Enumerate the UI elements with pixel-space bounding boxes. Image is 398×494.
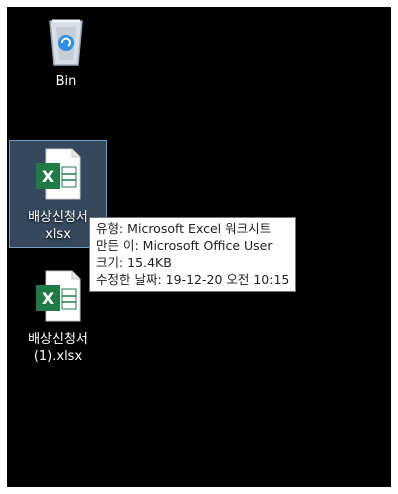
file-info-tooltip: 유형: Microsoft Excel 워크시트 만든 이: Microsoft… xyxy=(89,217,297,292)
excel-file-label-line2: xlsx xyxy=(45,227,71,242)
recycle-bin-icon xyxy=(49,19,83,66)
tooltip-modified: 수정한 날짜: 19-12-20 오전 10:15 xyxy=(96,272,290,287)
excel-file-icon: X xyxy=(36,270,81,322)
excel-file-label-line2: (1).xlsx xyxy=(33,349,83,364)
svg-text:X: X xyxy=(42,167,55,186)
recycle-bin-shortcut[interactable]: Bin xyxy=(17,13,115,101)
recycle-bin-label: Bin xyxy=(55,74,77,89)
excel-file-icon: X xyxy=(36,148,81,200)
svg-text:X: X xyxy=(42,289,55,308)
desktop[interactable]: Bin X 배상신청서 xlsx X 배상신청서 (1).xlsx 유형: Mi… xyxy=(7,7,391,487)
excel-file-label-line1: 배상신청서 xyxy=(28,332,88,347)
excel-file-label-line1: 배상신청서 xyxy=(28,210,88,225)
tooltip-type: 유형: Microsoft Excel 워크시트 xyxy=(96,221,272,236)
excel-file-label: 배상신청서 (1).xlsx xyxy=(9,331,107,365)
tooltip-size: 크기: 15.4KB xyxy=(96,255,172,270)
tooltip-author: 만든 이: Microsoft Office User xyxy=(96,238,273,253)
